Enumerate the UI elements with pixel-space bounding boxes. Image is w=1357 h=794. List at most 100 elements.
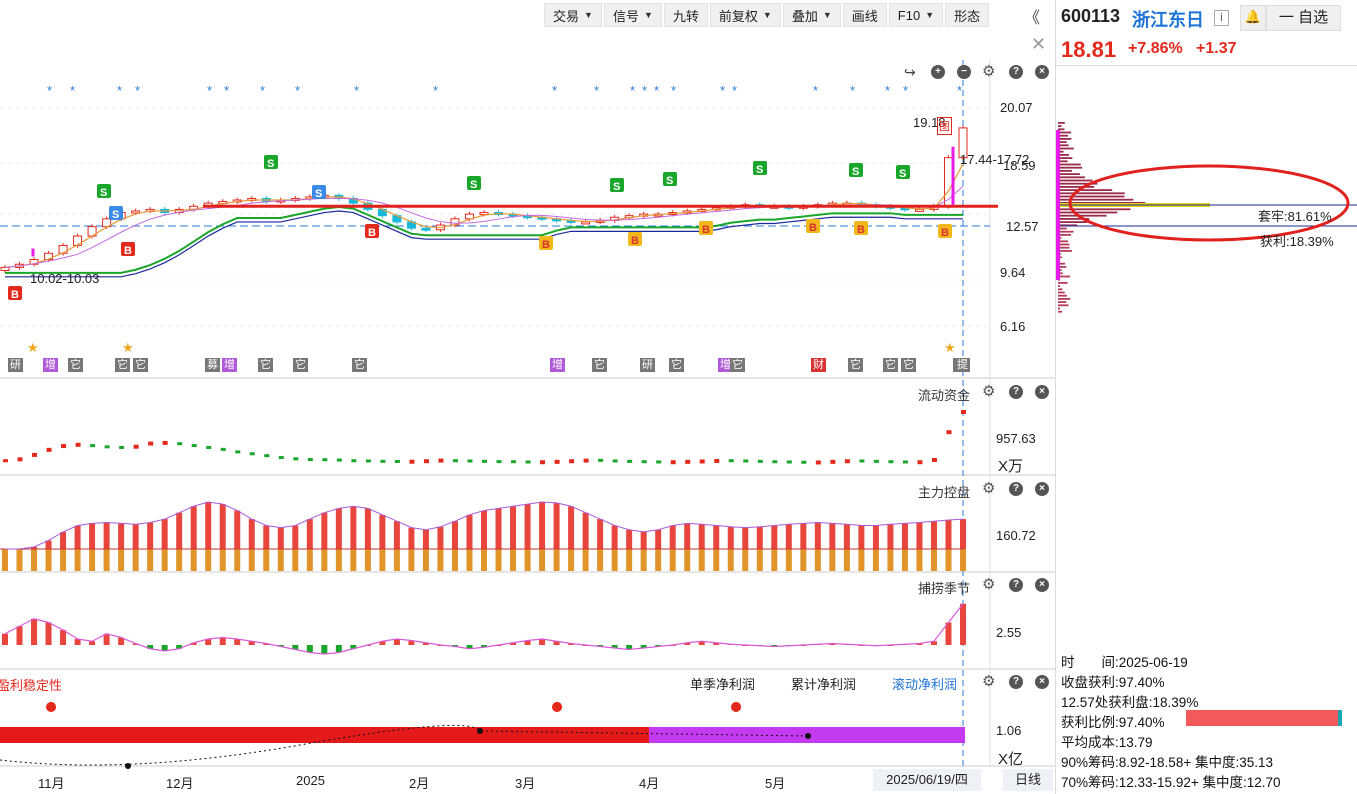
- control-base-bar: [771, 549, 777, 571]
- event-badge[interactable]: 研: [640, 358, 655, 372]
- event-badge[interactable]: 它: [133, 358, 148, 372]
- close-icon[interactable]: ×: [1035, 385, 1049, 399]
- control-bar: [568, 506, 574, 549]
- flow-bar: [888, 460, 893, 463]
- control-bar: [931, 521, 937, 549]
- control-bar: [539, 502, 545, 549]
- catch-bar: [31, 619, 37, 645]
- flow-bar: [816, 460, 821, 464]
- buy-signal-label: B: [941, 227, 949, 239]
- chip-bar: [1058, 212, 1117, 214]
- zoom-out-icon[interactable]: −: [957, 65, 971, 79]
- high-marker-badge: 图: [937, 117, 952, 135]
- control-bar: [452, 521, 458, 549]
- star-icon: *: [552, 83, 557, 98]
- control-base-bar: [554, 549, 560, 571]
- flow-bar: [497, 460, 502, 463]
- event-badge[interactable]: 提: [955, 358, 970, 372]
- help-icon[interactable]: ?: [1009, 482, 1023, 496]
- help-icon[interactable]: ?: [1009, 675, 1023, 689]
- close-icon[interactable]: ×: [1035, 578, 1049, 592]
- event-badge[interactable]: 增: [43, 358, 58, 372]
- tab-cumulative[interactable]: 累计净利润: [791, 674, 856, 693]
- control-base-bar: [945, 549, 951, 571]
- star-icon: *: [117, 83, 122, 98]
- control-bar: [757, 527, 763, 549]
- flow-bar: [482, 460, 487, 463]
- flow-bar: [293, 457, 298, 460]
- control-base-bar: [220, 549, 226, 571]
- catch-bar: [60, 630, 66, 645]
- gear-icon[interactable]: ⚙: [982, 575, 995, 593]
- chip-bar: [1058, 128, 1064, 130]
- x-tick-label: 3月: [515, 773, 535, 792]
- chip-bar: [1058, 196, 1124, 198]
- help-icon[interactable]: ?: [1009, 578, 1023, 592]
- control-bar: [365, 508, 371, 549]
- flow-bar: [598, 459, 603, 462]
- tab-single-quarter[interactable]: 单季净利润: [690, 674, 755, 693]
- stat-profit-ratio: 获利比例:97.40%: [1061, 711, 1165, 731]
- event-badge[interactable]: 募: [205, 358, 220, 372]
- control-bar: [336, 508, 342, 549]
- control-bar: [858, 526, 864, 550]
- event-badge[interactable]: 财: [811, 358, 826, 372]
- tab-rolling[interactable]: 滚动净利润: [892, 674, 957, 693]
- help-icon[interactable]: ?: [1009, 385, 1023, 399]
- control-bar: [684, 523, 690, 549]
- event-badge[interactable]: 它: [730, 358, 745, 372]
- flow-bar: [874, 460, 879, 463]
- event-badge[interactable]: 研: [8, 358, 23, 372]
- event-badge[interactable]: 它: [293, 358, 308, 372]
- control-base-bar: [408, 549, 414, 571]
- control-bar: [205, 502, 211, 549]
- flow-bar: [526, 460, 531, 463]
- event-badge[interactable]: 增: [550, 358, 565, 372]
- close-icon[interactable]: ×: [1035, 482, 1049, 496]
- event-badge[interactable]: 它: [352, 358, 367, 372]
- control-bar: [408, 528, 414, 549]
- sell-signal-label: S: [112, 209, 119, 221]
- event-badge[interactable]: 它: [883, 358, 898, 372]
- chip-bar: [1058, 170, 1072, 172]
- catch-bar: [17, 626, 23, 645]
- control-bar: [220, 504, 226, 549]
- event-badge[interactable]: 它: [592, 358, 607, 372]
- period-selector[interactable]: 日线: [1003, 769, 1053, 791]
- redo-icon[interactable]: ↪: [904, 64, 916, 81]
- control-bar: [133, 524, 139, 549]
- help-icon[interactable]: ?: [1009, 65, 1023, 79]
- flow-bar: [337, 459, 342, 462]
- candle-body: [74, 236, 82, 245]
- catch-bar: [46, 623, 52, 646]
- event-badge[interactable]: 它: [68, 358, 83, 372]
- star-icon: *: [903, 83, 908, 98]
- profit-ratio-bar: [1186, 710, 1342, 726]
- event-badge[interactable]: 它: [901, 358, 916, 372]
- event-badge[interactable]: 它: [848, 358, 863, 372]
- control-base-bar: [31, 549, 37, 571]
- control-bar: [597, 519, 603, 549]
- close-icon[interactable]: ×: [1035, 675, 1049, 689]
- gear-icon[interactable]: ⚙: [982, 479, 995, 497]
- flow-bar: [714, 459, 719, 463]
- flow-bar: [177, 442, 182, 445]
- event-badge[interactable]: 它: [115, 358, 130, 372]
- gear-icon[interactable]: ⚙: [982, 382, 995, 400]
- gear-icon[interactable]: ⚙: [982, 672, 995, 690]
- control-base-bar: [147, 549, 153, 571]
- control-bar: [481, 511, 487, 549]
- close-icon[interactable]: ×: [1035, 65, 1049, 79]
- control-bar: [771, 526, 777, 550]
- control-bar: [699, 524, 705, 549]
- event-badge[interactable]: 增: [222, 358, 237, 372]
- candle-body: [422, 228, 430, 230]
- flow-bar: [119, 446, 124, 449]
- event-badge[interactable]: 它: [258, 358, 273, 372]
- zoom-in-icon[interactable]: +: [931, 65, 945, 79]
- control-base-bar: [902, 549, 908, 571]
- event-badge[interactable]: 它: [669, 358, 684, 372]
- flow-bar: [555, 460, 560, 464]
- gear-icon[interactable]: ⚙: [982, 62, 995, 80]
- control-base-bar: [452, 549, 458, 571]
